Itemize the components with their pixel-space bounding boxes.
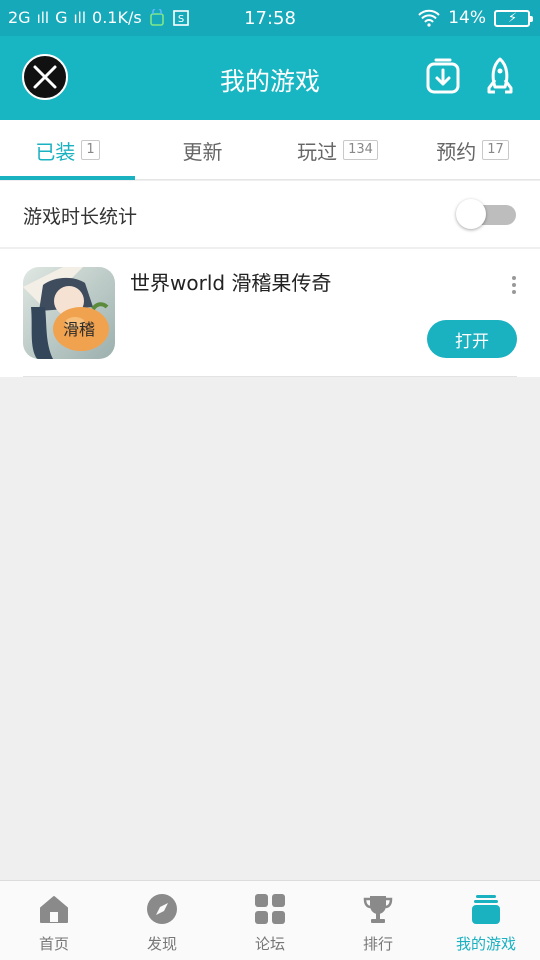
nav-my-games[interactable]: 我的游戏 bbox=[432, 881, 540, 960]
tab-label: 已装 bbox=[35, 139, 76, 164]
tab-count-badge: 17 bbox=[482, 140, 509, 160]
battery-charging-icon: ⚡ bbox=[494, 9, 533, 27]
stack-icon bbox=[472, 895, 500, 924]
app-header: 我的游戏 bbox=[0, 36, 540, 120]
open-game-button[interactable]: 打开 bbox=[427, 320, 517, 358]
tab-indicator bbox=[0, 176, 135, 180]
tab-played[interactable]: 玩过 134 bbox=[270, 120, 405, 180]
nav-label: 发现 bbox=[146, 935, 177, 953]
tab-count-badge: 134 bbox=[343, 140, 378, 160]
tab-label: 更新 bbox=[182, 139, 223, 164]
nav-label: 排行 bbox=[362, 935, 393, 953]
bottom-navigation: 首页 发现 论坛 排行 我的游戏 bbox=[0, 880, 540, 960]
playtime-stats-label: 游戏时长统计 bbox=[23, 206, 138, 228]
game-icon-text: 滑稽 bbox=[63, 320, 95, 339]
nav-home[interactable]: 首页 bbox=[0, 881, 108, 960]
toggle-knob bbox=[456, 199, 486, 229]
tab-count-badge: 1 bbox=[81, 140, 100, 160]
playtime-stats-toggle[interactable] bbox=[456, 199, 516, 229]
nav-label: 论坛 bbox=[254, 935, 285, 953]
tab-updates[interactable]: 更新 bbox=[135, 120, 270, 180]
home-icon bbox=[40, 896, 68, 923]
game-title: 世界world 滑稽果传奇 bbox=[130, 271, 332, 295]
nav-label: 我的游戏 bbox=[455, 935, 516, 953]
tab-installed[interactable]: 已装 1 bbox=[0, 120, 135, 180]
nav-label: 首页 bbox=[38, 935, 69, 953]
wifi-icon bbox=[418, 9, 440, 27]
more-options-icon[interactable] bbox=[506, 273, 522, 297]
nav-forum[interactable]: 论坛 bbox=[216, 881, 324, 960]
nav-ranking[interactable]: 排行 bbox=[324, 881, 432, 960]
tab-label: 玩过 bbox=[297, 139, 338, 164]
battery-percent: 14% bbox=[448, 8, 486, 28]
game-icon[interactable]: 滑稽 bbox=[23, 267, 115, 359]
trophy-icon bbox=[363, 896, 393, 923]
status-bar: 2G ıll G ıll 0.1K/s S 17:58 14% ⚡ bbox=[0, 0, 540, 36]
playtime-stats-row: 游戏时长统计 bbox=[0, 181, 540, 247]
tab-label: 预约 bbox=[436, 139, 477, 164]
status-right: 14% ⚡ bbox=[418, 8, 533, 28]
tab-reserved[interactable]: 预约 17 bbox=[405, 120, 540, 180]
nav-discover[interactable]: 发现 bbox=[108, 881, 216, 960]
grid-icon bbox=[255, 894, 285, 924]
rocket-icon[interactable] bbox=[482, 56, 518, 96]
compass-icon bbox=[147, 894, 177, 924]
game-list-item[interactable]: 滑稽 世界world 滑稽果传奇 打开 bbox=[0, 249, 540, 377]
tab-bar: 已装 1 更新 玩过 134 预约 17 bbox=[0, 120, 540, 180]
divider bbox=[23, 376, 517, 377]
download-icon[interactable] bbox=[424, 56, 462, 96]
